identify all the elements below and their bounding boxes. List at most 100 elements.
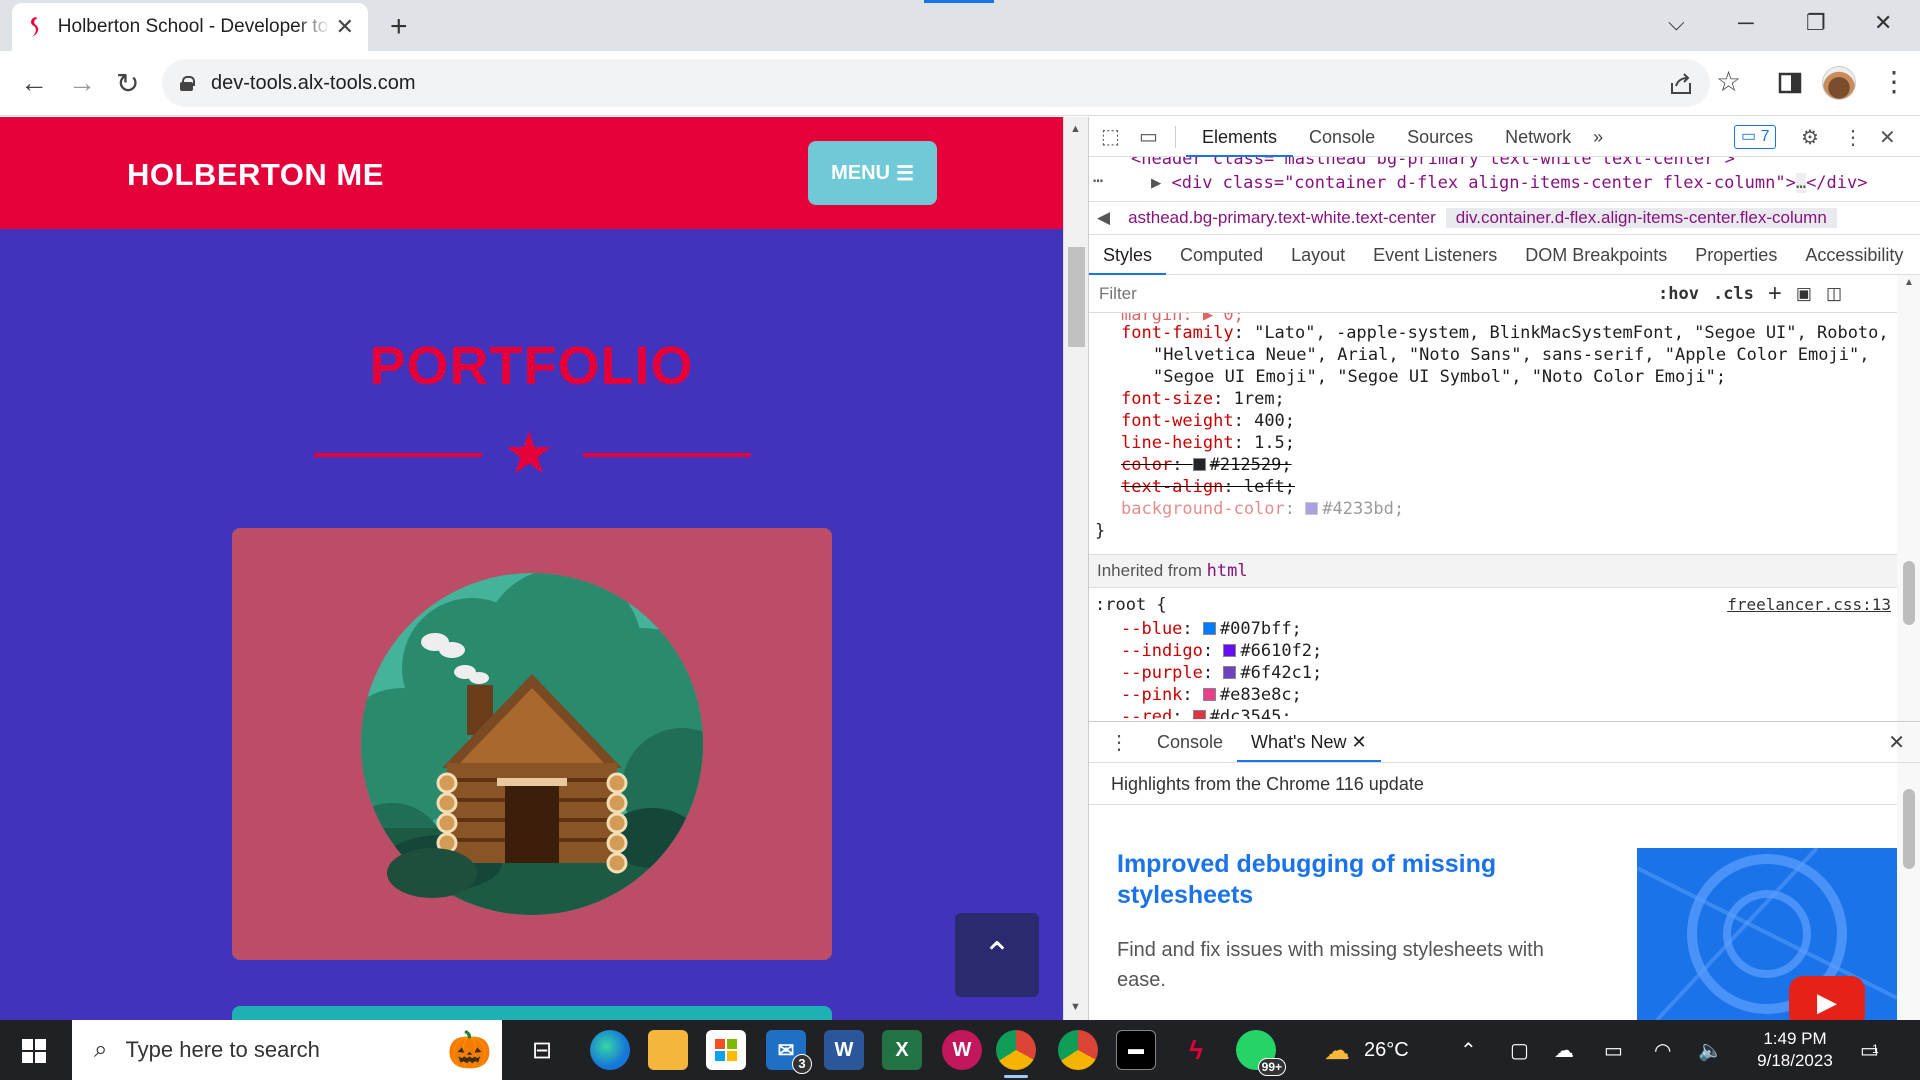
css-var-pink[interactable]: --pink: #e83e8c;	[1121, 685, 1302, 705]
volume-icon[interactable]: 🔈	[1698, 1020, 1723, 1080]
back-arrow-icon[interactable]: ←	[20, 67, 48, 99]
paint-brush-icon[interactable]: ▣	[1796, 284, 1812, 304]
styles-filter-input[interactable]	[1099, 279, 1644, 308]
css-color-overridden[interactable]: color: #212529;	[1121, 455, 1292, 475]
halloween-pumpkins-icon[interactable]: 🎃	[447, 1028, 492, 1072]
tab-search-chevron-icon[interactable]: ⌵	[1668, 10, 1685, 36]
tab-console[interactable]: Console	[1293, 117, 1391, 157]
css-var-blue[interactable]: --blue: #007bff;	[1121, 619, 1302, 639]
restore-button[interactable]: ❐	[1806, 10, 1826, 36]
page-scrollbar[interactable]: ▲ ▼	[1063, 117, 1088, 1020]
taskbar-search-box[interactable]: ⌕ Type here to search 🎃	[72, 1020, 502, 1080]
task-view-icon[interactable]: ⊟	[522, 1030, 562, 1070]
tab-sources[interactable]: Sources	[1391, 117, 1489, 157]
css-var-indigo[interactable]: --indigo: #6610f2;	[1121, 641, 1322, 661]
color-swatch[interactable]	[1192, 458, 1206, 471]
address-bar[interactable]: dev-tools.alx-tools.com	[162, 59, 1710, 107]
inherited-tag-link[interactable]: html	[1207, 561, 1248, 581]
menu-button[interactable]: MENU ☰	[808, 141, 937, 205]
excel-icon[interactable]: X	[882, 1030, 922, 1070]
issues-badge[interactable]: ▭ 7	[1734, 125, 1777, 149]
tab-layout[interactable]: Layout	[1277, 235, 1359, 275]
tab-elements[interactable]: Elements	[1186, 117, 1294, 157]
css-font-family[interactable]: font-family: "Lato", -apple-system, Blin…	[1121, 323, 1889, 343]
root-selector[interactable]: :root {	[1095, 595, 1167, 615]
weather-widget[interactable]: ☁ 26°C	[1324, 1020, 1409, 1080]
wps-office-icon[interactable]: W	[942, 1030, 982, 1070]
dom-ellipsis-icon[interactable]: ⋯	[1093, 171, 1103, 191]
cls-toggle[interactable]: .cls	[1713, 284, 1754, 304]
scroll-up-arrow-icon[interactable]: ▲	[1070, 123, 1081, 135]
devtools-menu-kebab-icon[interactable]: ⋮	[1843, 125, 1863, 150]
css-font-weight[interactable]: font-weight: 400;	[1121, 411, 1295, 431]
css-var-red[interactable]: --red: #dc3545;	[1121, 707, 1292, 719]
onedrive-cloud-icon[interactable]: ☁	[1554, 1020, 1574, 1080]
whats-new-article-title[interactable]: Improved debugging of missing stylesheet…	[1117, 849, 1537, 910]
terminal-icon[interactable]: ▬	[1116, 1030, 1156, 1070]
color-swatch[interactable]	[1223, 666, 1237, 679]
tab-computed[interactable]: Computed	[1166, 235, 1277, 275]
url-text[interactable]: dev-tools.alx-tools.com	[211, 72, 416, 95]
scroll-down-arrow-icon[interactable]: ▼	[1070, 1001, 1081, 1013]
portfolio-item-cabin[interactable]	[232, 528, 832, 960]
breadcrumb-left-arrow-icon[interactable]: ◀	[1089, 208, 1118, 228]
forward-arrow-icon[interactable]: →	[68, 67, 96, 99]
meet-now-icon[interactable]: ▢	[1510, 1020, 1529, 1080]
chrome-icon[interactable]	[996, 1030, 1036, 1078]
new-rule-plus-icon[interactable]: +	[1768, 280, 1782, 308]
scroll-to-top-button[interactable]: ⌃	[955, 913, 1039, 997]
dom-expand-arrow-icon[interactable]: ▶	[1151, 173, 1171, 193]
tab-event-listeners[interactable]: Event Listeners	[1359, 235, 1511, 275]
styles-scrollbar-thumb[interactable]	[1903, 561, 1915, 625]
color-swatch[interactable]	[1305, 502, 1319, 515]
dom-node-header[interactable]: <header class="masthead bg-primary text-…	[1131, 157, 1735, 169]
inspect-element-icon[interactable]: ⬚	[1101, 124, 1125, 149]
css-text-align-overridden[interactable]: text-align: left;	[1121, 477, 1295, 497]
toggle-sidebar-icon[interactable]: ◫	[1826, 284, 1842, 304]
drawer-menu-kebab-icon[interactable]: ⋮	[1089, 730, 1143, 755]
tab-close-icon[interactable]: ✕	[336, 14, 354, 40]
browser-tab-active[interactable]: Holberton School - Developer tools ✕	[12, 3, 368, 51]
close-tab-icon[interactable]: ✕	[1352, 732, 1367, 752]
css-background-color[interactable]: background-color: #4233bd;	[1121, 499, 1404, 519]
share-icon[interactable]	[1668, 71, 1694, 97]
close-window-button[interactable]: ✕	[1874, 10, 1892, 36]
hov-toggle[interactable]: :hov	[1658, 284, 1699, 304]
bookmark-star-icon[interactable]: ☆	[1716, 65, 1741, 98]
whats-new-video-thumbnail[interactable]: ▶	[1637, 848, 1897, 1020]
word-icon[interactable]: W	[824, 1030, 864, 1070]
more-tabs-chevron-icon[interactable]: »	[1587, 117, 1609, 157]
whatsapp-icon[interactable]: 99+	[1236, 1030, 1286, 1076]
windows-start-icon[interactable]	[22, 1039, 46, 1063]
tab-accessibility[interactable]: Accessibility	[1791, 235, 1917, 275]
drawer-close-icon[interactable]: ✕	[1888, 730, 1905, 755]
chrome-profile-icon[interactable]	[1058, 1030, 1098, 1070]
color-swatch[interactable]	[1202, 688, 1216, 701]
drawer-scrollbar-thumb[interactable]	[1903, 789, 1915, 869]
youtube-play-icon[interactable]: ▶	[1789, 976, 1865, 1020]
file-explorer-icon[interactable]	[648, 1030, 688, 1070]
lock-icon[interactable]	[180, 75, 195, 91]
tab-properties[interactable]: Properties	[1681, 235, 1791, 275]
profile-avatar[interactable]	[1822, 66, 1856, 100]
show-hidden-icons-chevron-icon[interactable]: ⌃	[1460, 1020, 1477, 1080]
tab-dom-breakpoints[interactable]: DOM Breakpoints	[1511, 235, 1681, 275]
holberton-app-icon[interactable]: ϟ	[1176, 1030, 1216, 1070]
new-tab-button[interactable]: +	[390, 10, 408, 44]
side-panel-icon[interactable]	[1778, 71, 1802, 95]
browser-menu-kebab-icon[interactable]: ⋮	[1880, 65, 1908, 98]
color-swatch[interactable]	[1192, 710, 1206, 719]
page-scrollbar-thumb[interactable]	[1068, 247, 1085, 347]
dom-node-div[interactable]: ▶ <div class="container d-flex align-ite…	[1151, 173, 1867, 193]
tab-styles[interactable]: Styles	[1089, 235, 1167, 275]
css-line-height[interactable]: line-height: 1.5;	[1121, 433, 1295, 453]
breadcrumb-div[interactable]: div.container.d-flex.align-items-center.…	[1445, 208, 1837, 228]
color-swatch[interactable]	[1202, 622, 1216, 635]
devtools-settings-gear-icon[interactable]: ⚙	[1801, 125, 1819, 150]
drawer-tab-console[interactable]: Console	[1143, 722, 1237, 762]
color-swatch[interactable]	[1223, 644, 1237, 657]
drawer-scrollbar[interactable]	[1897, 763, 1920, 1020]
css-var-purple[interactable]: --purple: #6f42c1;	[1121, 663, 1322, 683]
breadcrumb-header[interactable]: asthead.bg-primary.text-white.text-cente…	[1118, 208, 1446, 228]
microsoft-store-icon[interactable]	[706, 1030, 746, 1070]
